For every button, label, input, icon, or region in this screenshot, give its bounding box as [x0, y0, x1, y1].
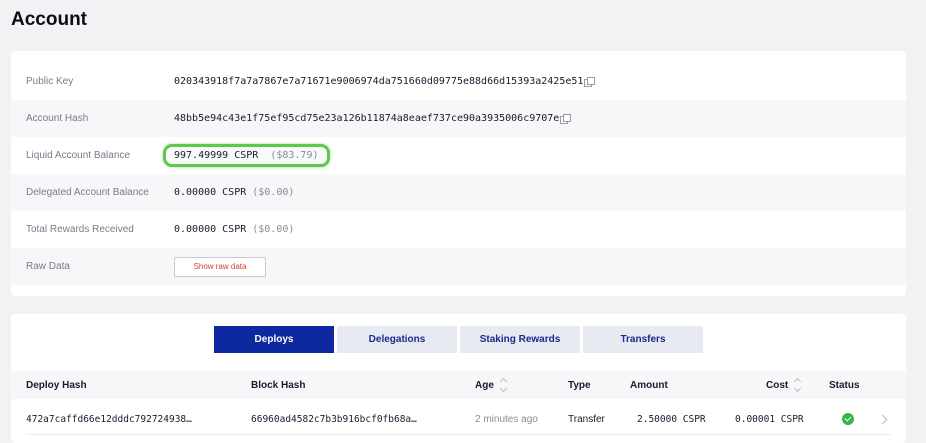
activity-tabs: Deploys Delegations Staking Rewards Tran… [214, 326, 703, 353]
activity-card: Deploys Delegations Staking Rewards Tran… [11, 314, 906, 443]
column-amount: Amount [630, 379, 668, 391]
public-key-row: Public Key 020343918f7a7a7867e7a71671e90… [11, 63, 906, 100]
delegated-balance-value: 0.00000 CSPR ($0.00) [174, 187, 294, 198]
copy-icon[interactable] [584, 76, 596, 87]
page-title: Account [11, 9, 87, 30]
row-divider [26, 434, 891, 435]
column-age[interactable]: Age [475, 371, 508, 399]
status-success-icon [842, 413, 854, 425]
account-hash-text: 48bb5e94c43e1f75ef95cd75e23a126b11874a8e… [174, 113, 560, 124]
account-hash-row: Account Hash 48bb5e94c43e1f75ef95cd75e23… [11, 100, 906, 137]
row-expand[interactable] [877, 403, 888, 435]
liquid-balance-fiat: ($83.79) [270, 150, 319, 161]
block-hash-link[interactable]: 66960ad4582c7b3b916bcf0fb68a… [251, 403, 417, 435]
amount-cell: 2.50000 CSPR [637, 413, 706, 425]
delegated-balance-label: Delegated Account Balance [26, 187, 149, 198]
sort-icon[interactable] [794, 378, 802, 392]
total-rewards-fiat: ($0.00) [252, 224, 295, 235]
column-type: Type [568, 379, 591, 391]
table-header: Deploy Hash Block Hash Age Type Amount C… [11, 371, 906, 399]
liquid-balance-value: 997.49999 CSPR ($83.79) [163, 144, 330, 167]
tab-deploys[interactable]: Deploys [214, 326, 334, 353]
copy-icon[interactable] [560, 113, 572, 124]
column-age-label: Age [475, 379, 494, 391]
delegated-balance-amount: 0.00000 CSPR [174, 187, 247, 198]
delegated-balance-fiat: ($0.00) [252, 187, 295, 198]
raw-data-label: Raw Data [26, 261, 70, 272]
column-cost-label: Cost [766, 379, 789, 391]
liquid-balance-row: Liquid Account Balance 997.49999 CSPR ($… [11, 137, 906, 174]
raw-data-row: Raw Data Show raw data [11, 248, 906, 285]
public-key-text: 020343918f7a7a7867e7a71671e9006974da7516… [174, 76, 584, 87]
show-raw-data-button[interactable]: Show raw data [174, 256, 266, 277]
liquid-balance-highlight: 997.49999 CSPR ($83.79) [163, 144, 330, 167]
total-rewards-value: 0.00000 CSPR ($0.00) [174, 224, 294, 235]
deploy-hash-link[interactable]: 472a7caffd66e12dddc792724938… [26, 403, 192, 435]
delegated-balance-row: Delegated Account Balance 0.00000 CSPR (… [11, 174, 906, 211]
total-rewards-label: Total Rewards Received [26, 224, 134, 235]
sort-icon[interactable] [500, 378, 508, 392]
table-row[interactable]: 472a7caffd66e12dddc792724938… 66960ad458… [11, 403, 906, 435]
cost-cell: 0.00001 CSPR [735, 413, 804, 425]
account-hash-value: 48bb5e94c43e1f75ef95cd75e23a126b11874a8e… [174, 113, 572, 124]
column-status: Status [829, 379, 860, 391]
tab-delegations[interactable]: Delegations [337, 326, 457, 353]
public-key-value: 020343918f7a7a7867e7a71671e9006974da7516… [174, 76, 596, 87]
type-cell: Transfer [568, 413, 605, 425]
chevron-right-icon[interactable] [877, 414, 888, 424]
account-hash-label: Account Hash [26, 113, 89, 124]
column-cost[interactable]: Cost [766, 371, 802, 399]
tab-transfers[interactable]: Transfers [583, 326, 703, 353]
column-block-hash: Block Hash [251, 379, 306, 391]
liquid-balance-amount: 997.49999 CSPR [174, 150, 259, 161]
liquid-balance-label: Liquid Account Balance [26, 150, 130, 161]
tab-staking-rewards[interactable]: Staking Rewards [460, 326, 580, 353]
status-cell [842, 403, 854, 435]
age-cell: 2 minutes ago [475, 413, 538, 425]
column-deploy-hash: Deploy Hash [26, 379, 87, 391]
total-rewards-row: Total Rewards Received 0.00000 CSPR ($0.… [11, 211, 906, 248]
public-key-label: Public Key [26, 76, 74, 87]
total-rewards-amount: 0.00000 CSPR [174, 224, 247, 235]
account-info-card: Public Key 020343918f7a7a7867e7a71671e90… [11, 51, 906, 296]
